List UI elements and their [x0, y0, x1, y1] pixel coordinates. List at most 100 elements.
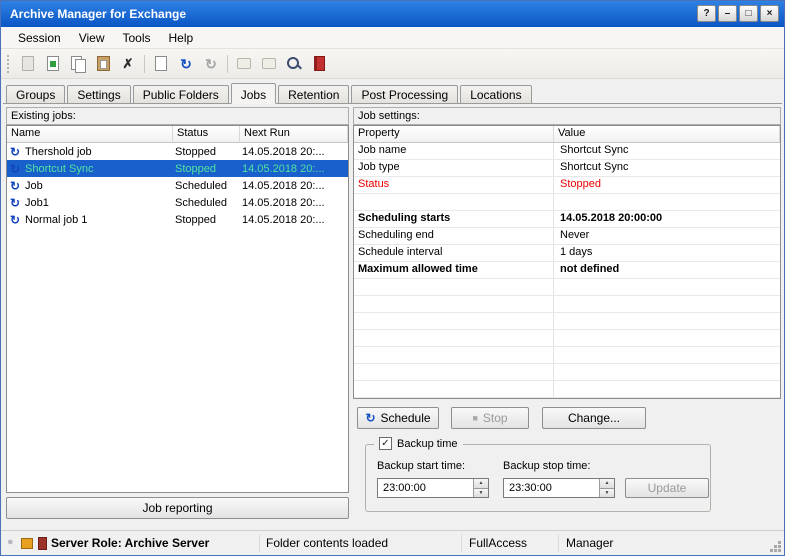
settings-row[interactable]: Scheduling starts 14.05.2018 20:00:00	[354, 211, 780, 228]
column-header-status[interactable]: Status	[173, 126, 240, 143]
statusbar-separator	[558, 534, 559, 552]
job-sync-icon: ↻	[7, 179, 23, 193]
property-value: Shortcut Sync	[554, 143, 780, 159]
settings-row-empty	[354, 279, 780, 296]
backup-stop-time-input[interactable]: 23:30:00 ▲ ▼	[503, 478, 615, 498]
minimize-button[interactable]: –	[718, 5, 737, 22]
tab-locations[interactable]: Locations	[460, 85, 531, 103]
tab-retention[interactable]: Retention	[278, 85, 349, 103]
spin-up-icon[interactable]: ▲	[473, 479, 488, 488]
spin-down-icon[interactable]: ▼	[473, 488, 488, 498]
backup-start-time-value: 23:00:00	[378, 479, 473, 497]
settings-row[interactable]: Maximum allowed time not defined	[354, 262, 780, 279]
settings-row-empty	[354, 313, 780, 330]
job-next-run: 14.05.2018 20:...	[238, 180, 348, 192]
statusbar-separator	[259, 534, 260, 552]
window-title: Archive Manager for Exchange	[10, 7, 186, 21]
spin-down-icon[interactable]: ▼	[599, 488, 614, 498]
help-button[interactable]: ?	[697, 5, 716, 22]
settings-row[interactable]: Job type Shortcut Sync	[354, 160, 780, 177]
job-status: Scheduled	[171, 180, 238, 192]
tab-jobs[interactable]: Jobs	[231, 83, 276, 104]
property-value: 14.05.2018 20:00:00	[554, 211, 780, 227]
tab-groups[interactable]: Groups	[6, 85, 65, 103]
job-status: Stopped	[171, 163, 238, 175]
job-reporting-button[interactable]: Job reporting	[6, 497, 349, 519]
stop-button-label: Stop	[483, 411, 508, 425]
settings-row[interactable]: Job name Shortcut Sync	[354, 143, 780, 160]
job-status: Stopped	[171, 146, 238, 158]
settings-row-empty	[354, 330, 780, 347]
status-book-icon	[38, 537, 47, 550]
job-sync-icon: ↻	[7, 162, 23, 176]
column-header-name[interactable]: Name	[7, 126, 173, 143]
update-button[interactable]: Update	[625, 478, 709, 498]
table-row[interactable]: ↻ Thershold job Stopped 14.05.2018 20:..…	[7, 143, 348, 160]
server-role-text: Server Role: Archive Server	[51, 536, 209, 550]
schedule-sync-icon: ↻	[365, 412, 375, 424]
settings-table-header: Property Value	[354, 126, 780, 143]
property-value: Stopped	[554, 177, 780, 193]
spin-up-icon[interactable]: ▲	[599, 479, 614, 488]
copy-icon[interactable]	[69, 55, 87, 73]
table-row-selected[interactable]: ↻ Shortcut Sync Stopped 14.05.2018 20:..…	[7, 160, 348, 177]
table-row[interactable]: ↻ Job Scheduled 14.05.2018 20:...	[7, 177, 348, 194]
table-row[interactable]: ↻ Job1 Scheduled 14.05.2018 20:...	[7, 194, 348, 211]
stop-button[interactable]: ■ Stop	[451, 407, 529, 429]
settings-row[interactable]	[354, 194, 780, 211]
access-level-text: FullAccess	[469, 536, 527, 550]
search-icon[interactable]	[285, 55, 303, 73]
column-header-property[interactable]: Property	[354, 126, 554, 143]
run-job-icon[interactable]: ↻	[177, 55, 195, 73]
tab-public-folders[interactable]: Public Folders	[133, 85, 229, 103]
menu-view[interactable]: View	[70, 28, 114, 48]
job-sync-icon: ↻	[7, 145, 23, 159]
settings-row[interactable]: Scheduling end Never	[354, 228, 780, 245]
settings-row-empty	[354, 381, 780, 398]
change-button[interactable]: Change...	[542, 407, 646, 429]
column-header-value[interactable]: Value	[554, 126, 780, 143]
backup-time-label: Backup time	[397, 438, 458, 450]
property-name: Scheduling starts	[354, 211, 554, 227]
property-value: 1 days	[554, 245, 780, 261]
new-job-icon[interactable]	[152, 55, 170, 73]
existing-jobs-label: Existing jobs:	[6, 107, 349, 125]
delete-icon[interactable]: ✗	[119, 55, 137, 73]
job-next-run: 14.05.2018 20:...	[238, 214, 348, 226]
export-icon[interactable]	[44, 55, 62, 73]
job-name: Normal job 1	[23, 214, 171, 226]
backup-start-label: Backup start time:	[377, 460, 465, 472]
maximize-button[interactable]: □	[739, 5, 758, 22]
menu-session[interactable]: Session	[9, 28, 70, 48]
comments-icon[interactable]	[260, 55, 278, 73]
job-next-run: 14.05.2018 20:...	[238, 197, 348, 209]
menu-tools[interactable]: Tools	[114, 28, 160, 48]
resize-grip[interactable]	[769, 540, 781, 552]
backup-time-checkbox[interactable]: ✓	[379, 437, 392, 450]
schedule-button[interactable]: ↻ Schedule	[357, 407, 439, 429]
column-header-next-run[interactable]: Next Run	[240, 126, 348, 143]
log-book-icon[interactable]	[310, 55, 328, 73]
property-value	[554, 194, 780, 210]
window-controls: ? – □ ×	[697, 5, 779, 22]
property-name: Scheduling end	[354, 228, 554, 244]
tab-settings[interactable]: Settings	[67, 85, 130, 103]
toolbar: ✗ ↻ ↻	[1, 49, 784, 79]
settings-table: Property Value Job name Shortcut Sync Jo…	[353, 125, 781, 399]
toolbar-separator	[227, 55, 228, 73]
settings-row-status[interactable]: Status Stopped	[354, 177, 780, 194]
settings-row[interactable]: Schedule interval 1 days	[354, 245, 780, 262]
notes-icon[interactable]	[235, 55, 253, 73]
titlebar: Archive Manager for Exchange ? – □ ×	[1, 1, 784, 27]
property-name: Job name	[354, 143, 554, 159]
paste-icon[interactable]	[94, 55, 112, 73]
stop-job-icon[interactable]: ↻	[202, 55, 220, 73]
settings-row-empty	[354, 296, 780, 313]
job-name: Job	[23, 180, 171, 192]
backup-start-time-input[interactable]: 23:00:00 ▲ ▼	[377, 478, 489, 498]
table-row[interactable]: ↻ Normal job 1 Stopped 14.05.2018 20:...	[7, 211, 348, 228]
menu-help[interactable]: Help	[160, 28, 203, 48]
tab-post-processing[interactable]: Post Processing	[351, 85, 458, 103]
close-button[interactable]: ×	[760, 5, 779, 22]
properties-icon[interactable]	[19, 55, 37, 73]
